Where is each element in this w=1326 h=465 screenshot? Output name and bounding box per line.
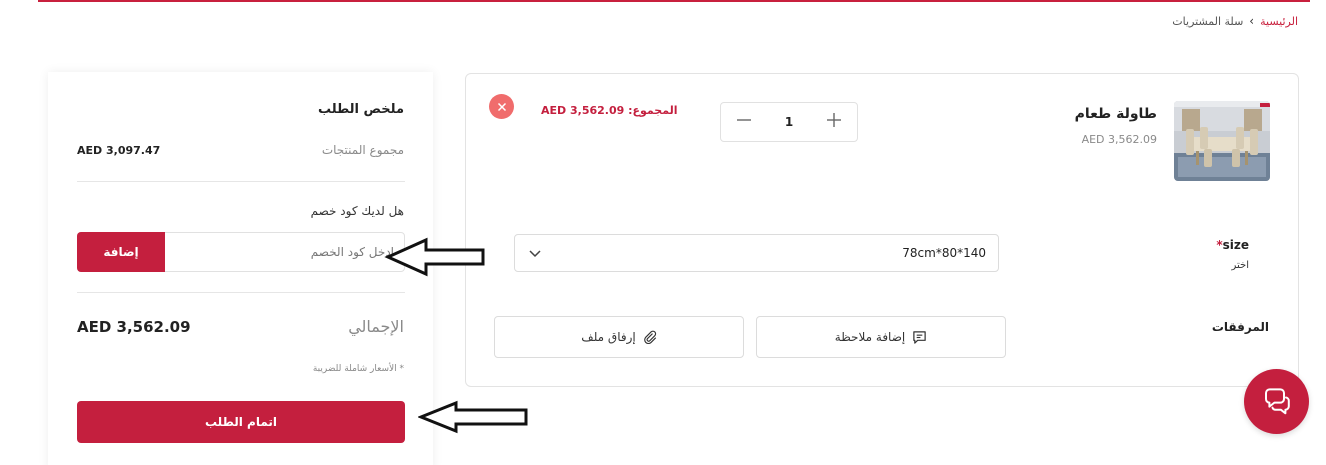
subtotal-value: AED 3,097.47 <box>77 144 161 157</box>
annotation-arrow-icon <box>418 400 528 434</box>
apply-coupon-button[interactable]: إضافة <box>77 232 165 272</box>
quantity-value[interactable]: 1 <box>785 115 793 129</box>
size-label-text: size <box>1222 238 1249 252</box>
note-icon <box>913 330 926 344</box>
divider <box>77 292 405 293</box>
product-name[interactable]: طاولة طعام <box>1075 106 1157 122</box>
line-total: المجموع: AED 3,562.09 <box>541 104 678 117</box>
coupon-input[interactable] <box>166 233 404 271</box>
minus-icon <box>737 119 751 121</box>
attachments-label: المرفقات <box>1211 320 1269 334</box>
checkout-button[interactable]: اتمام الطلب <box>77 401 405 443</box>
top-accent-line <box>38 0 1310 2</box>
chat-button[interactable] <box>1244 369 1309 434</box>
breadcrumb-separator: › <box>1249 14 1255 28</box>
product-unit-price: AED 3,562.09 <box>1081 133 1157 146</box>
size-selected-value: 78cm*80*140 <box>902 246 986 260</box>
attach-file-label: إرفاق ملف <box>581 330 636 344</box>
remove-item-button[interactable] <box>489 94 514 119</box>
attach-file-button[interactable]: إرفاق ملف <box>494 316 744 358</box>
size-select[interactable]: 78cm*80*140 <box>514 234 999 272</box>
tax-note: * الأسعار شاملة للضريبة <box>312 364 404 374</box>
plus-icon <box>826 113 841 127</box>
increase-quantity-button[interactable] <box>823 111 845 133</box>
add-note-button[interactable]: إضافة ملاحظة <box>756 316 1006 358</box>
paperclip-icon <box>643 330 656 344</box>
add-note-label: إضافة ملاحظة <box>834 330 906 344</box>
order-summary-title: ملخص الطلب <box>317 102 404 117</box>
divider <box>77 181 405 182</box>
total-value: AED 3,562.09 <box>77 318 191 336</box>
size-choose-hint: اختر <box>1231 260 1250 271</box>
chevron-down-icon <box>529 250 541 258</box>
coupon-question: هل لديك كود خصم <box>310 204 404 218</box>
total-label: الإجمالي <box>348 317 404 336</box>
breadcrumb-current: سلة المشتريات <box>1172 15 1244 28</box>
quantity-stepper: 1 <box>720 102 858 142</box>
breadcrumb: الرئيسية › سلة المشتريات <box>1172 14 1298 28</box>
size-option-label: size* <box>1213 238 1249 252</box>
product-image[interactable] <box>1174 101 1270 181</box>
subtotal-label: مجموع المنتجات <box>321 143 404 157</box>
breadcrumb-home[interactable]: الرئيسية <box>1260 15 1298 28</box>
close-icon <box>497 102 506 111</box>
decrease-quantity-button[interactable] <box>733 111 755 133</box>
annotation-arrow-icon <box>384 237 485 277</box>
chat-icon <box>1264 387 1290 414</box>
